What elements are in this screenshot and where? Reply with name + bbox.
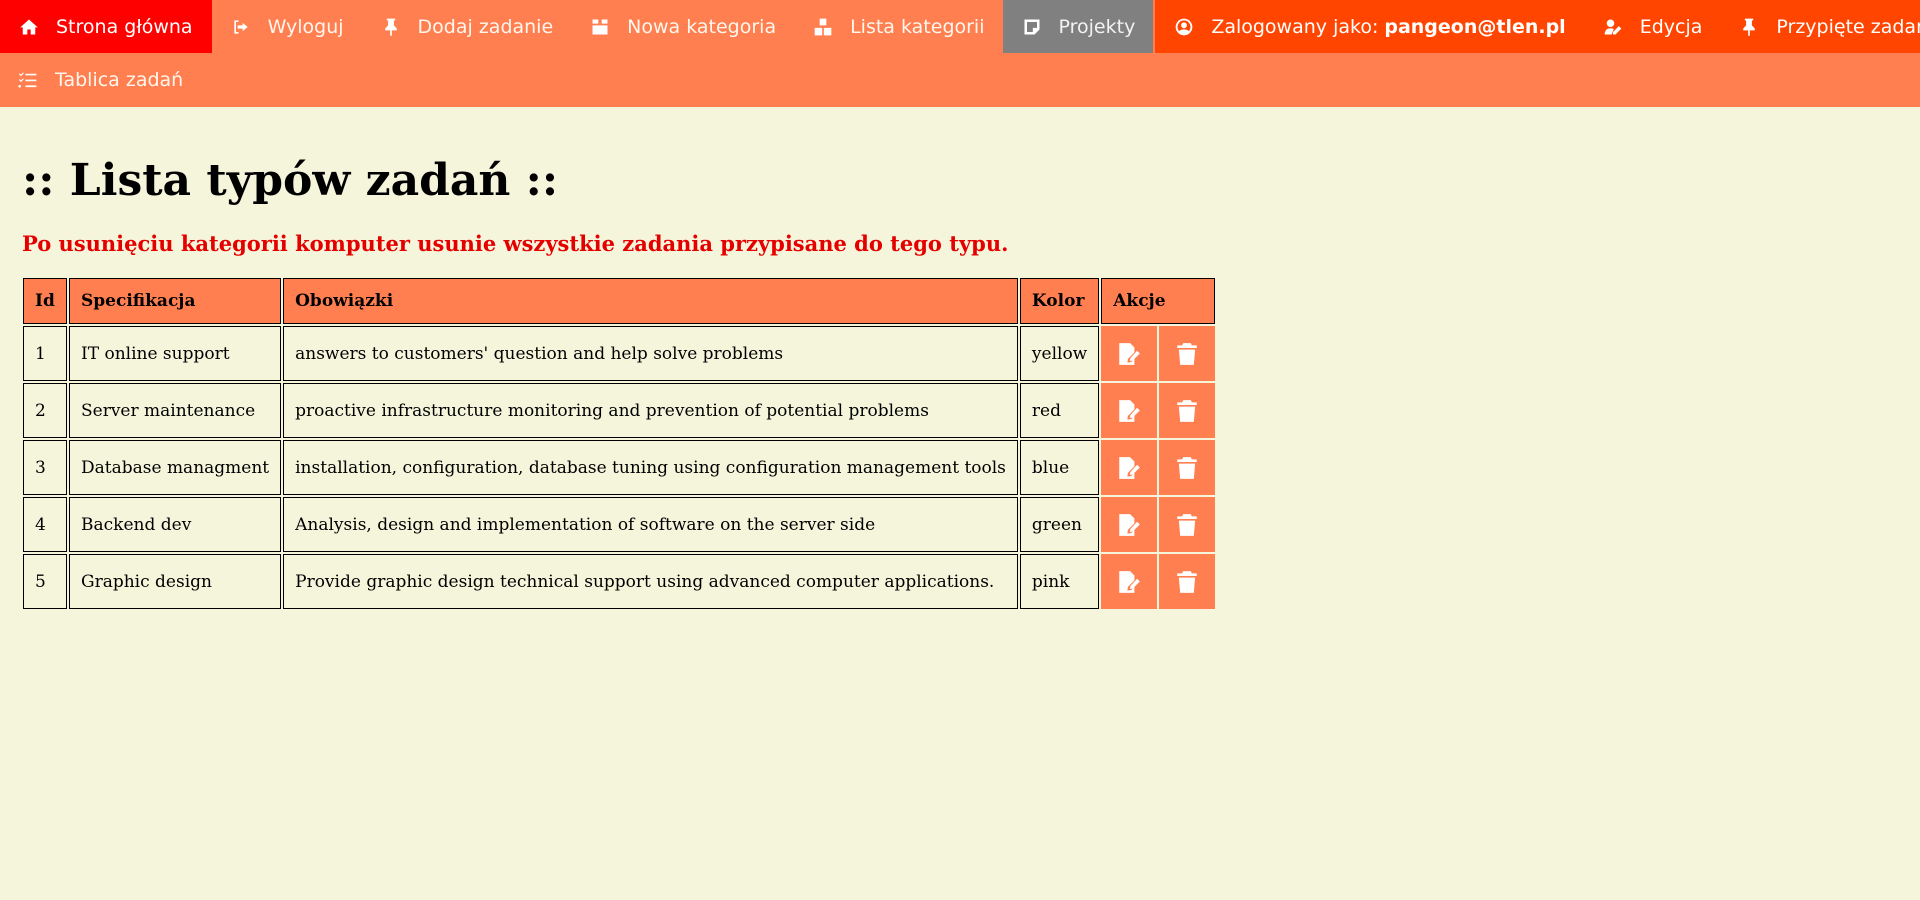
edit-icon bbox=[1101, 398, 1157, 424]
nav-add-task[interactable]: Dodaj zadanie bbox=[362, 0, 572, 53]
table-row: 2 Server maintenance proactive infrastruct… bbox=[23, 383, 1216, 438]
cell-id: 2 bbox=[23, 383, 67, 438]
edit-button[interactable] bbox=[1101, 554, 1158, 609]
table-row: 3 Database managment installation, configu… bbox=[23, 440, 1216, 495]
nav-projects[interactable]: Projekty bbox=[1002, 0, 1154, 53]
cell-color: pink bbox=[1019, 554, 1100, 609]
nav-new-category-label: Nowa kategoria bbox=[627, 15, 777, 38]
nav-home-label: Strona główna bbox=[56, 15, 193, 38]
delete-button[interactable] bbox=[1159, 440, 1216, 495]
table-header-row: Id Specifikacja Obowiązki Kolor Akcje bbox=[23, 278, 1216, 324]
user-circle-icon bbox=[1173, 16, 1195, 38]
nav-user-prefix: Zalogowany jako: bbox=[1211, 15, 1379, 38]
nav-category-list-label: Lista kategorii bbox=[850, 15, 985, 38]
header-actions: Akcje bbox=[1101, 278, 1216, 324]
cell-color: blue bbox=[1019, 440, 1100, 495]
cell-color: yellow bbox=[1019, 326, 1100, 381]
cell-id: 1 bbox=[23, 326, 67, 381]
cell-specification: Database managment bbox=[69, 440, 282, 495]
delete-button[interactable] bbox=[1159, 497, 1216, 552]
delete-button[interactable] bbox=[1159, 326, 1216, 381]
nav-user-email: pangeon@tlen.pl bbox=[1384, 15, 1566, 38]
table-row: 4 Backend dev Analysis, design and impleme… bbox=[23, 497, 1216, 552]
nav-edit-label: Edycja bbox=[1639, 15, 1703, 38]
edit-icon bbox=[1101, 341, 1157, 367]
trash-icon bbox=[1159, 398, 1215, 424]
edit-icon bbox=[1101, 455, 1157, 481]
nav-category-list[interactable]: Lista kategorii bbox=[794, 0, 1002, 53]
cell-id: 3 bbox=[23, 440, 67, 495]
nav-home[interactable]: Strona główna bbox=[0, 0, 212, 53]
edit-icon bbox=[1101, 569, 1157, 595]
cell-color: green bbox=[1019, 497, 1100, 552]
cell-specification: Backend dev bbox=[69, 497, 282, 552]
boxes-icon bbox=[812, 16, 834, 38]
header-id: Id bbox=[23, 278, 67, 324]
box-icon bbox=[589, 16, 611, 38]
nav-logout-label: Wyloguj bbox=[267, 15, 344, 38]
header-color: Kolor bbox=[1019, 278, 1100, 324]
pin-icon bbox=[380, 16, 402, 38]
cell-duties: Analysis, design and implementation of s… bbox=[283, 497, 1018, 552]
edit-icon bbox=[1101, 512, 1157, 538]
sticky-note-icon bbox=[1021, 16, 1043, 38]
tasks-icon bbox=[17, 69, 39, 91]
main-content: :: Lista typów zadań :: Po usunięciu kat… bbox=[0, 107, 1920, 611]
cell-duties: installation, configuration, database tu… bbox=[283, 440, 1018, 495]
cell-duties: proactive infrastructure monitoring and … bbox=[283, 383, 1018, 438]
nav-user[interactable]: Zalogowany jako: pangeon@tlen.pl bbox=[1155, 0, 1583, 53]
delete-button[interactable] bbox=[1159, 554, 1216, 609]
trash-icon bbox=[1159, 341, 1215, 367]
edit-button[interactable] bbox=[1101, 326, 1158, 381]
nav-task-board-label: Tablica zadań bbox=[55, 69, 184, 91]
navbar-row-primary: Strona główna Wyloguj Dodaj zadanie Nowa… bbox=[0, 0, 1920, 53]
edit-button[interactable] bbox=[1101, 497, 1158, 552]
edit-button[interactable] bbox=[1101, 383, 1158, 438]
page-title: :: Lista typów zadań :: bbox=[22, 155, 559, 206]
delete-warning: Po usunięciu kategorii komputer usunie w… bbox=[22, 231, 1009, 256]
navbar-row-secondary: Tablica zadań bbox=[0, 53, 1920, 107]
header-specification: Specifikacja bbox=[69, 278, 282, 324]
home-icon bbox=[18, 16, 40, 38]
nav-task-board[interactable]: Tablica zadań bbox=[0, 53, 201, 107]
cell-color: red bbox=[1019, 383, 1100, 438]
user-edit-icon bbox=[1602, 16, 1624, 38]
nav-pinned-tasks[interactable]: Przypięte zadania bbox=[1720, 0, 1920, 53]
cell-specification: Graphic design bbox=[69, 554, 282, 609]
trash-icon bbox=[1159, 512, 1215, 538]
nav-projects-label: Projekty bbox=[1058, 15, 1136, 38]
trash-icon bbox=[1159, 569, 1215, 595]
delete-button[interactable] bbox=[1159, 383, 1216, 438]
nav-add-task-label: Dodaj zadanie bbox=[417, 15, 554, 38]
cell-specification: Server maintenance bbox=[69, 383, 282, 438]
cell-id: 4 bbox=[23, 497, 67, 552]
nav-pinned-tasks-label: Przypięte zadania bbox=[1776, 15, 1920, 38]
cell-specification: IT online support bbox=[69, 326, 282, 381]
table-row: 5 Graphic design Provide graphic design te… bbox=[23, 554, 1216, 609]
nav-edit[interactable]: Edycja bbox=[1584, 0, 1721, 53]
nav-user-area: Zalogowany jako: pangeon@tlen.pl Edycja … bbox=[1155, 0, 1920, 53]
navbar: Strona główna Wyloguj Dodaj zadanie Nowa… bbox=[0, 0, 1920, 107]
cell-duties: Provide graphic design technical support… bbox=[283, 554, 1018, 609]
cell-duties: answers to customers' question and help … bbox=[283, 326, 1018, 381]
nav-new-category[interactable]: Nowa kategoria bbox=[571, 0, 794, 53]
header-duties: Obowiązki bbox=[283, 278, 1018, 324]
sign-out-icon bbox=[230, 16, 252, 38]
pin-icon bbox=[1738, 16, 1760, 38]
categories-table: Id Specifikacja Obowiązki Kolor Akcje 1I… bbox=[21, 276, 1217, 611]
table-row: 1 IT online support answers to customers' … bbox=[23, 326, 1216, 381]
cell-id: 5 bbox=[23, 554, 67, 609]
edit-button[interactable] bbox=[1101, 440, 1158, 495]
nav-logout[interactable]: Wyloguj bbox=[212, 0, 362, 53]
trash-icon bbox=[1159, 455, 1215, 481]
